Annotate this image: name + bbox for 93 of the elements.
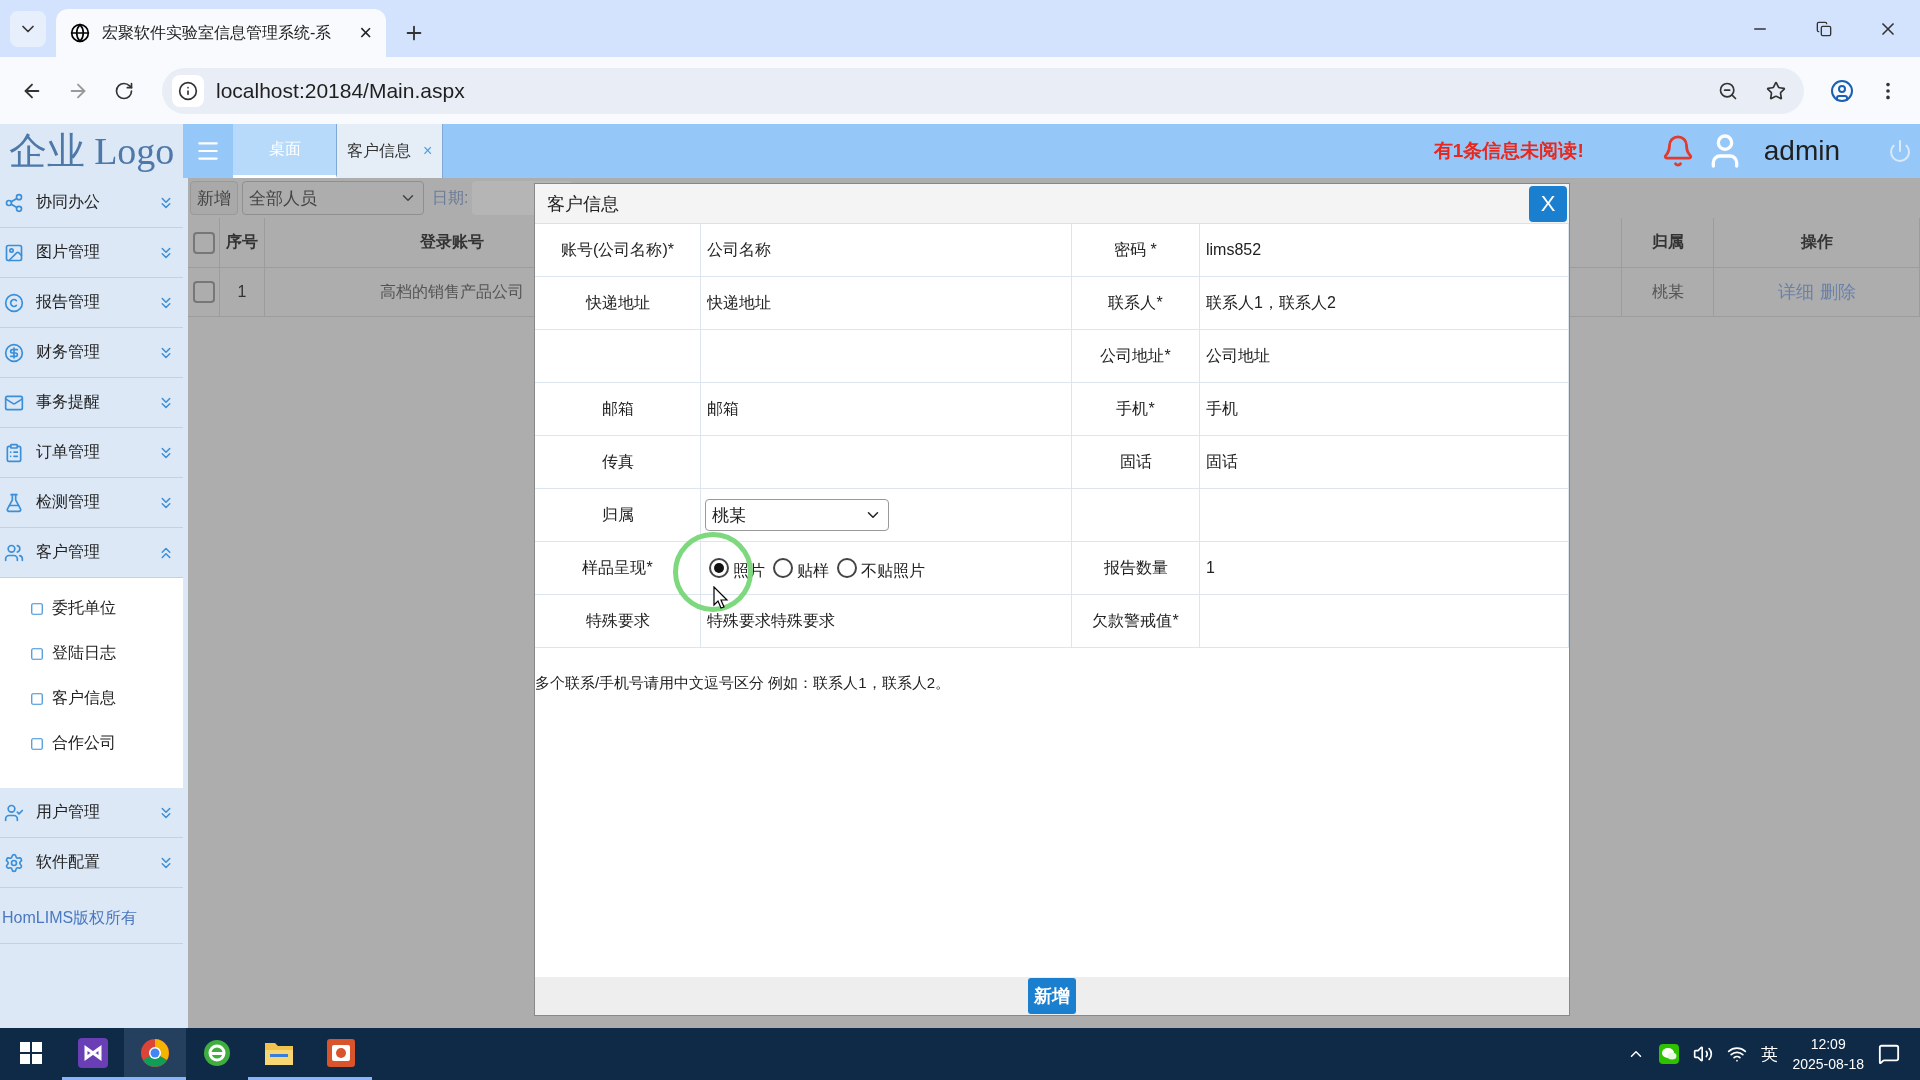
input-field[interactable]: lims852 — [1204, 241, 1568, 259]
chat-app-icon[interactable] — [1659, 1044, 1680, 1064]
wifi-icon[interactable] — [1727, 1044, 1748, 1064]
menu-item-icon — [4, 192, 24, 213]
square-icon — [30, 691, 44, 706]
tab-title: 宏聚软件实验室信息管理系统-系 — [102, 22, 333, 43]
filter-select[interactable]: 全部人员 — [242, 181, 424, 215]
menu-item-icon — [4, 342, 24, 363]
input-field[interactable]: 公司名称 — [705, 241, 1071, 259]
close-button[interactable]: X — [1529, 185, 1567, 222]
field-label: 欠款警戒值* — [1072, 595, 1200, 647]
input-field[interactable]: 手机 — [1204, 400, 1568, 418]
column-header: 操作 — [1714, 218, 1920, 267]
submenu-item[interactable]: 登陆日志 — [0, 631, 183, 676]
sidebar-item[interactable]: 订单管理 — [0, 428, 183, 478]
checkbox[interactable] — [192, 231, 215, 254]
field-label: 样品呈现* — [535, 542, 701, 594]
submit-button[interactable]: 新增 — [1028, 978, 1076, 1014]
menu-item-icon — [4, 542, 24, 563]
input-field[interactable]: 特殊要求特殊要求 — [705, 612, 1071, 630]
field-label: 手机* — [1072, 383, 1200, 435]
sidebar-item[interactable]: 协同办公 — [0, 178, 183, 228]
menu-item-icon — [4, 492, 24, 513]
menu-item-icon — [4, 442, 24, 463]
sidebar-item[interactable]: 软件配置 — [0, 838, 183, 888]
input-field[interactable]: 邮箱 — [705, 400, 1071, 418]
field-label: 传真 — [535, 436, 701, 488]
field-label: 邮箱 — [535, 383, 701, 435]
table-cell: 桃某 — [1622, 268, 1714, 316]
field-label: 特殊要求 — [535, 595, 701, 647]
sidebar-item[interactable]: 图片管理 — [0, 228, 183, 278]
radio-label: 不贴照片 — [861, 560, 925, 581]
input-field[interactable]: 联系人1，联系人2 — [1204, 294, 1568, 312]
field-label: 公司地址* — [1072, 330, 1200, 382]
column-header: 归属 — [1622, 218, 1714, 267]
radio-label: 贴样 — [797, 560, 829, 581]
sidebar-item[interactable]: 报告管理 — [0, 278, 183, 328]
select-field[interactable]: 桃某 — [705, 499, 889, 531]
user-name: admin — [1763, 135, 1840, 167]
menu-item-icon — [4, 242, 24, 263]
input-field[interactable]: 1 — [1204, 559, 1568, 577]
radio-label: 照片 — [733, 560, 765, 581]
date-label: 日期: — [432, 187, 469, 208]
field-label: 快递地址 — [535, 277, 701, 329]
page-tab[interactable]: 客户信息 × — [337, 124, 444, 178]
submenu-item[interactable]: 委托单位 — [0, 586, 183, 631]
table-cell: 1 — [220, 268, 265, 316]
field-label: 报告数量 — [1072, 542, 1200, 594]
field-label: 密码 * — [1072, 224, 1200, 276]
notification-icon[interactable] — [1878, 1043, 1900, 1065]
clock[interactable]: 12:09 2025-08-18 — [1792, 1034, 1864, 1074]
sidebar-item[interactable]: 财务管理 — [0, 328, 183, 378]
checkbox[interactable] — [192, 281, 215, 303]
submenu-item[interactable]: 客户信息 — [0, 676, 183, 721]
radio-button[interactable] — [709, 558, 729, 578]
copyright-text: HomLIMS版权所有 — [0, 894, 183, 944]
square-icon — [30, 646, 44, 661]
sidebar-item[interactable]: 用户管理 — [0, 788, 183, 838]
address-bar[interactable]: localhost:20184/Main.aspx — [162, 67, 1804, 114]
radio-button[interactable] — [773, 558, 793, 578]
submenu-item[interactable]: 合作公司 — [0, 721, 183, 766]
cursor-icon — [713, 586, 729, 610]
square-icon — [30, 736, 44, 751]
sidebar-item[interactable]: 检测管理 — [0, 478, 183, 528]
input-method-indicator[interactable]: 英 — [1761, 1042, 1779, 1066]
browser-tab[interactable]: 宏聚软件实验室信息管理系统-系 × — [56, 9, 386, 57]
info-icon[interactable] — [172, 74, 204, 107]
browser-icon[interactable] — [124, 1028, 186, 1080]
sidebar-item[interactable]: 事务提醒 — [0, 378, 183, 428]
column-header: 序号 — [220, 218, 265, 267]
square-icon — [30, 601, 44, 616]
restore-icon[interactable] — [1816, 20, 1832, 37]
menu-item-icon — [4, 852, 24, 873]
reload-icon[interactable] — [114, 80, 134, 101]
unread-notice: 有1条信息未阅读! — [1433, 139, 1584, 163]
url-text: localhost:20184/Main.aspx — [216, 78, 466, 103]
input-field[interactable]: 固话 — [1204, 453, 1568, 471]
add-button[interactable]: 新增 — [190, 181, 238, 215]
input-field[interactable]: 公司地址 — [1204, 347, 1568, 365]
speaker-icon[interactable] — [1693, 1044, 1714, 1064]
globe-icon — [70, 23, 90, 43]
radio-button[interactable] — [837, 558, 857, 578]
field-label: 归属 — [535, 489, 701, 541]
dialog-title: 客户信息 — [547, 192, 620, 216]
hint-text: 多个联系/手机号请用中文逗号区分 例如：联系人1，联系人2。 — [535, 674, 952, 693]
close-tab-button[interactable]: × — [359, 20, 372, 46]
logo: 企业 Logo — [0, 124, 183, 178]
field-label: 固话 — [1072, 436, 1200, 488]
menu-item-icon — [4, 802, 24, 823]
field-label: 联系人* — [1072, 277, 1200, 329]
menu-item-icon — [4, 292, 24, 313]
field-label: 账号(公司名称)* — [535, 224, 701, 276]
input-field[interactable]: 快递地址 — [705, 294, 1071, 312]
